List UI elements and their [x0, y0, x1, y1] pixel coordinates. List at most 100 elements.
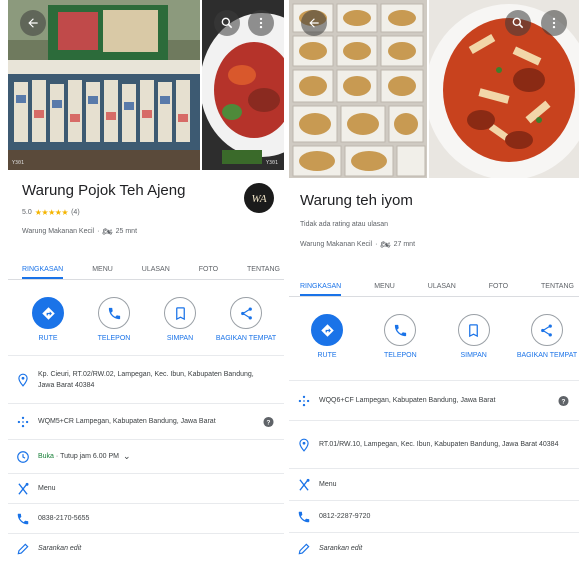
phone-row[interactable]: 0838-2170-5655	[8, 503, 284, 533]
suggest-edit-row[interactable]: Sarankan edit	[8, 533, 284, 563]
share-button[interactable]: BAGIKAN TEMPAT	[516, 314, 578, 359]
phone-text: 0812-2287-9720	[319, 513, 371, 520]
suggest-edit-text: Sarankan edit	[38, 545, 82, 552]
search-icon	[512, 17, 524, 29]
review-count: (4)	[71, 209, 80, 216]
suggest-edit-row[interactable]: Sarankan edit	[289, 532, 579, 564]
drive-time: 27 mnt	[393, 241, 416, 248]
phone-row[interactable]: 0812-2287-9720	[289, 500, 579, 532]
cutlery-icon	[299, 478, 310, 491]
address-text: Kp. Cieuri, RT.02/RW.02, Lampegan, Kec. …	[38, 370, 254, 389]
drive-time: 25 mnt	[115, 228, 138, 235]
rating-stars: ★★★★★	[34, 208, 69, 217]
tab-about[interactable]: TENTANG	[541, 283, 574, 296]
tab-photos[interactable]: FOTO	[199, 266, 218, 279]
tab-about[interactable]: TENTANG	[247, 266, 280, 279]
phone-icon	[108, 307, 120, 319]
menu-text: Menu	[38, 485, 56, 492]
share-icon	[240, 307, 252, 319]
category-line: Warung Makanan Kecil · 🏍 27 mnt	[300, 240, 416, 249]
phone-text: 0838-2170-5655	[38, 515, 90, 522]
directions-icon	[41, 306, 55, 320]
directions-button[interactable]: RUTE	[20, 297, 76, 342]
tab-overview[interactable]: RINGKASAN	[22, 266, 64, 279]
phone-icon	[394, 324, 406, 336]
tab-photos[interactable]: FOTO	[489, 283, 508, 296]
photo-caption: Y301	[12, 160, 25, 166]
more-vert-icon	[259, 17, 263, 29]
tab-bar: RINGKASAN MENU ULASAN FOTO TENTANG	[22, 266, 280, 279]
hours-text: Buka · Tutup jam 6.00 PM	[38, 453, 119, 460]
photo-strip[interactable]: Y301 Y301	[8, 0, 284, 170]
call-label: TELEPON	[383, 352, 417, 359]
tabs-divider	[8, 279, 284, 280]
plus-code-row[interactable]: WQQ6+CF Lampegan, Kabupaten Bandung, Jaw…	[289, 380, 579, 420]
info-list: WQQ6+CF Lampegan, Kabupaten Bandung, Jaw…	[289, 380, 579, 564]
info-list: Kp. Cieuri, RT.02/RW.02, Lampegan, Kec. …	[8, 355, 284, 563]
tab-overview[interactable]: RINGKASAN	[300, 283, 342, 296]
menu-row[interactable]: Menu	[289, 468, 579, 500]
more-options-button[interactable]	[541, 10, 567, 36]
address-row[interactable]: Kp. Cieuri, RT.02/RW.02, Lampegan, Kec. …	[8, 355, 284, 403]
directions-button[interactable]: RUTE	[299, 314, 355, 359]
hours-row[interactable]: Buka · Tutup jam 6.00 PM ⌄	[8, 439, 284, 473]
share-label: BAGIKAN TEMPAT	[516, 352, 578, 359]
call-button[interactable]: TELEPON	[372, 314, 428, 359]
pencil-icon	[298, 543, 310, 554]
business-logo: WA	[244, 183, 274, 213]
search-icon	[221, 17, 233, 29]
search-button[interactable]	[214, 10, 240, 36]
pencil-icon	[17, 543, 29, 554]
plus-code-icon	[17, 416, 29, 427]
back-button[interactable]	[20, 10, 46, 36]
tab-reviews[interactable]: ULASAN	[142, 266, 170, 279]
back-arrow-icon	[309, 18, 319, 28]
clock-icon	[17, 450, 29, 463]
share-label: BAGIKAN TEMPAT	[215, 335, 277, 342]
motorcycle-icon: 🏍	[102, 227, 113, 236]
plus-code-row[interactable]: WQM5+CR Lampegan, Kabupaten Bandung, Jaw…	[8, 403, 284, 439]
photo-caption: Y301	[265, 160, 278, 166]
address-text: RT.01/RW.10, Lampegan, Kec. Ibun, Kabupa…	[319, 441, 559, 448]
call-button[interactable]: TELEPON	[86, 297, 142, 342]
share-button[interactable]: BAGIKAN TEMPAT	[215, 297, 277, 342]
back-arrow-icon	[28, 18, 38, 28]
svg-text:?: ?	[562, 398, 566, 405]
directions-label: RUTE	[38, 335, 58, 342]
back-button[interactable]	[301, 10, 327, 36]
rating-value: 5.0	[22, 209, 32, 216]
plus-code-icon	[298, 395, 310, 406]
hours-status: Buka	[38, 453, 54, 460]
menu-row[interactable]: Menu	[8, 473, 284, 503]
place-card-left: Y301 Y301 Warung Pojok Teh Ajeng WA 5.0 …	[8, 0, 284, 570]
chevron-down-icon[interactable]: ⌄	[123, 451, 131, 462]
bookmark-icon	[469, 323, 479, 337]
tabs-divider	[289, 296, 579, 297]
category-line: Warung Makanan Kecil · 🏍 25 mnt	[22, 227, 138, 236]
tab-menu[interactable]: MENU	[374, 283, 395, 296]
help-icon[interactable]: ?	[263, 416, 274, 427]
photo-strip[interactable]	[289, 0, 579, 178]
more-options-button[interactable]	[248, 10, 274, 36]
search-button[interactable]	[505, 10, 531, 36]
hours-detail: Tutup jam 6.00 PM	[60, 453, 119, 460]
cutlery-icon	[18, 482, 29, 495]
category: Warung Makanan Kecil	[300, 241, 373, 248]
no-rating-text: Tidak ada rating atau ulasan	[300, 221, 389, 228]
tab-menu[interactable]: MENU	[92, 266, 113, 279]
tab-reviews[interactable]: ULASAN	[428, 283, 456, 296]
suggest-edit-text: Sarankan edit	[319, 545, 363, 552]
category: Warung Makanan Kecil	[22, 228, 95, 235]
location-pin-icon	[299, 438, 309, 452]
save-button[interactable]: SIMPAN	[446, 314, 502, 359]
rating-summary[interactable]: 5.0 ★★★★★ (4)	[22, 208, 80, 217]
tab-bar: RINGKASAN MENU ULASAN FOTO TENTANG	[300, 283, 574, 296]
place-title: Warung Pojok Teh Ajeng	[22, 182, 186, 199]
share-icon	[541, 324, 553, 336]
save-button[interactable]: SIMPAN	[152, 297, 208, 342]
help-icon[interactable]: ?	[558, 395, 569, 406]
action-bar: RUTE TELEPON SIMPAN BAGIKAN TEMPAT	[299, 314, 578, 359]
plus-code-text: WQQ6+CF Lampegan, Kabupaten Bandung, Jaw…	[319, 397, 496, 404]
menu-text: Menu	[319, 481, 337, 488]
address-row[interactable]: RT.01/RW.10, Lampegan, Kec. Ibun, Kabupa…	[289, 420, 579, 468]
